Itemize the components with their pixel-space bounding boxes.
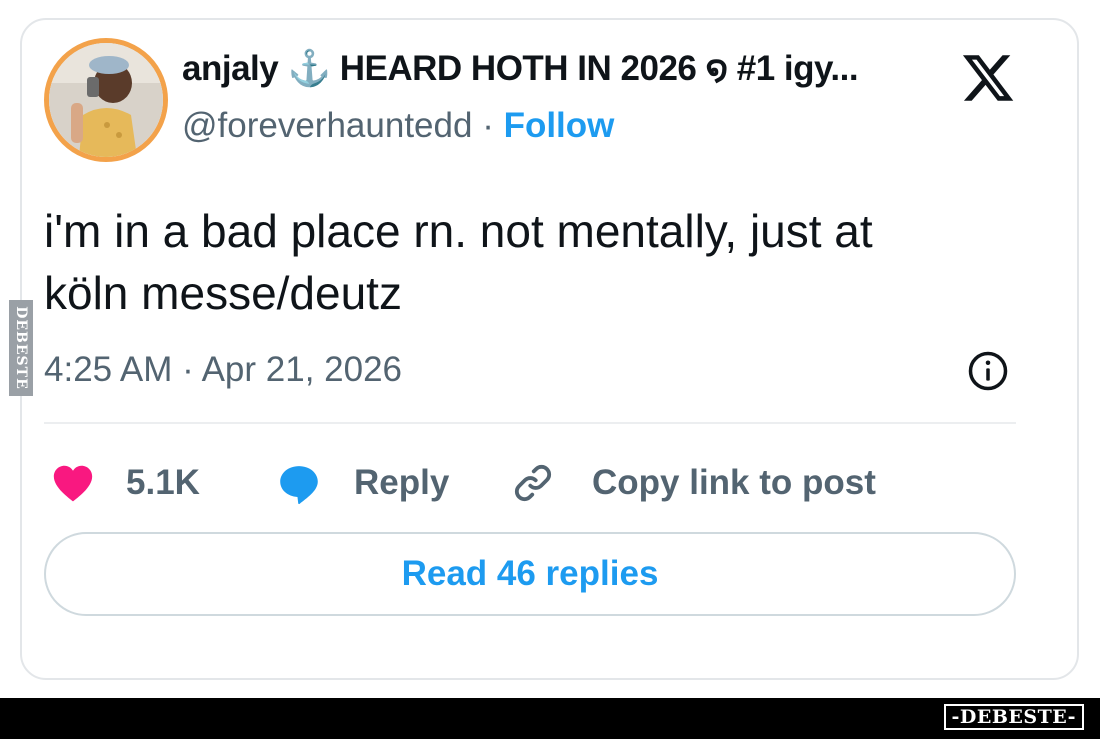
footer-bar: -DEBESTE- [0, 698, 1100, 739]
separator-dot: · [482, 106, 494, 145]
tweet-text-line: i'm in a bad place rn. not mentally, jus… [44, 205, 873, 257]
avatar-photo [49, 43, 163, 157]
copy-link-label: Copy link to post [592, 463, 876, 502]
handle-row: @foreverhauntedd · Follow [182, 106, 614, 146]
like-button[interactable]: 5.1K [50, 458, 200, 508]
tweet-text-line: köln messe/deutz [44, 267, 402, 319]
copy-link-button[interactable]: Copy link to post [510, 458, 876, 508]
link-icon [514, 464, 552, 502]
info-icon[interactable] [967, 350, 1009, 392]
x-logo-icon[interactable] [960, 50, 1016, 106]
display-name[interactable]: anjaly ⚓ HEARD HOTH IN 2026 ໑ #1 igy... [182, 48, 859, 89]
side-watermark: DEBESTE [9, 300, 33, 396]
heart-icon [53, 465, 93, 502]
read-replies-button[interactable]: Read 46 replies [44, 532, 1016, 616]
like-count: 5.1K [126, 463, 200, 502]
reply-button[interactable]: Reply [276, 458, 449, 508]
user-handle[interactable]: @foreverhauntedd [182, 106, 472, 145]
footer-watermark-logo: -DEBESTE- [943, 704, 1084, 730]
follow-button[interactable]: Follow [504, 106, 615, 145]
divider [44, 422, 1016, 424]
tweet-text: i'm in a bad place rn. not mentally, jus… [44, 200, 1034, 324]
avatar[interactable] [44, 38, 168, 162]
tweet-timestamp[interactable]: 4:25 AM · Apr 21, 2026 [44, 350, 402, 390]
reply-label: Reply [354, 463, 450, 502]
speech-bubble-icon [280, 466, 318, 505]
side-watermark-text: DEBESTE [13, 306, 29, 390]
